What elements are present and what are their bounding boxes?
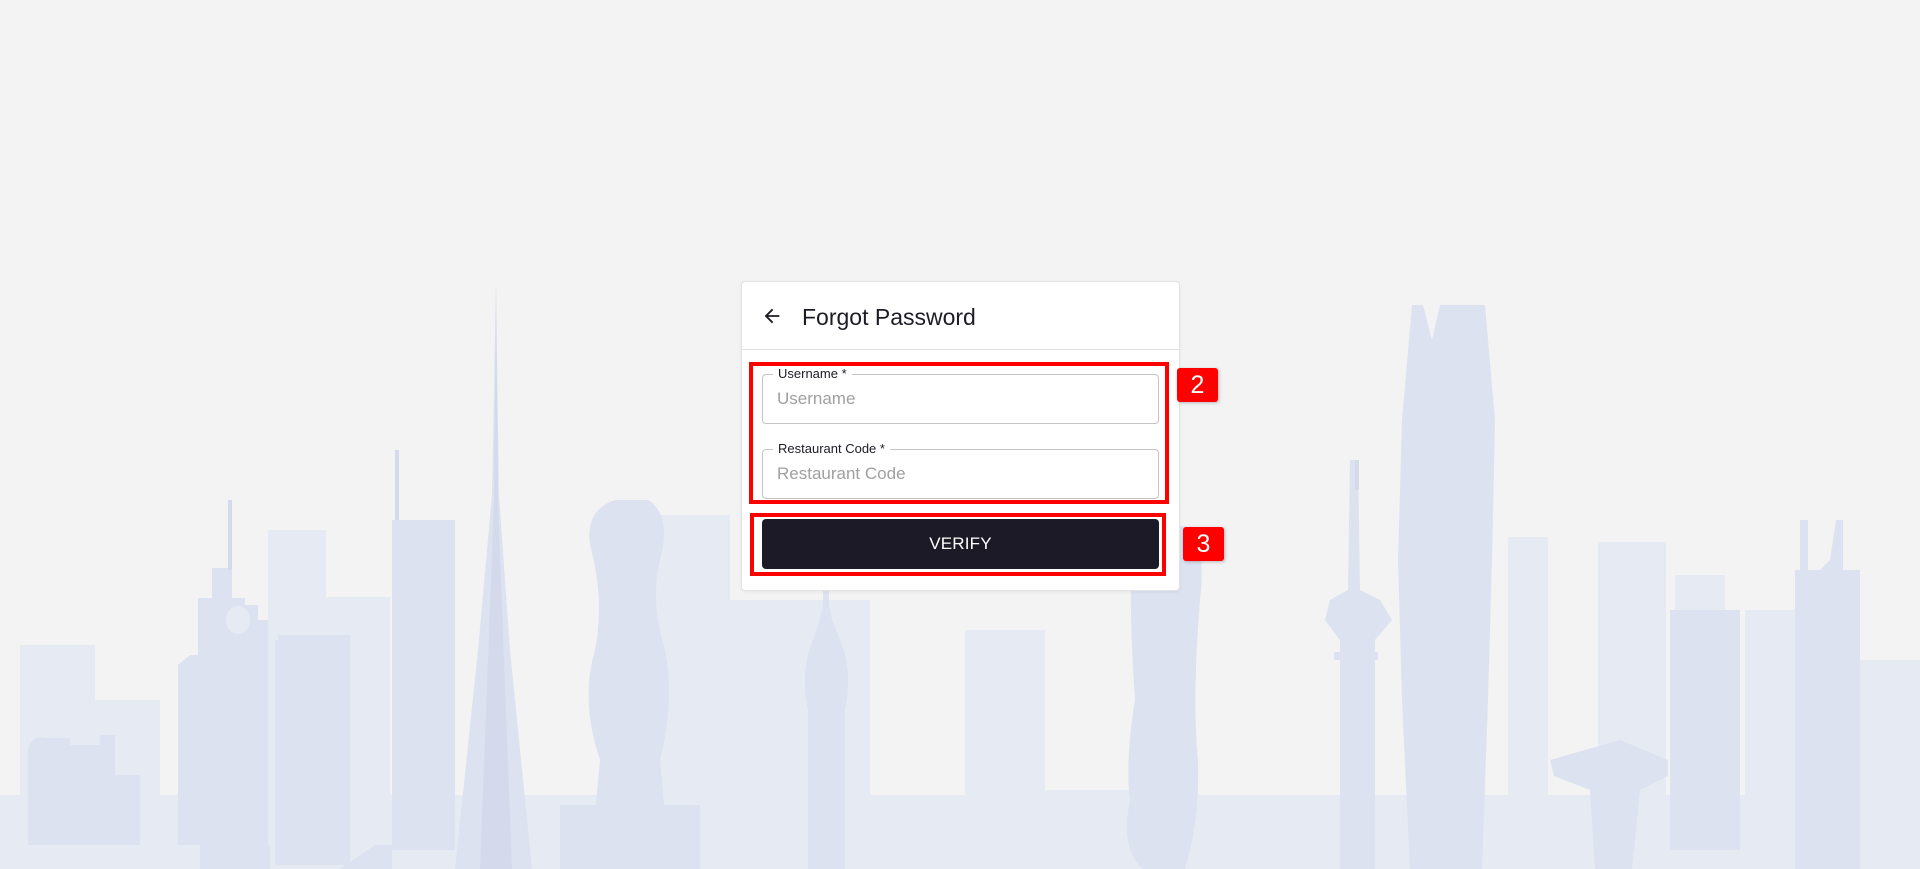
annotation-box-verify (750, 513, 1166, 576)
arrow-left-icon (761, 305, 783, 332)
annotation-label-2: 2 (1177, 368, 1218, 402)
annotation-label-3: 3 (1183, 527, 1224, 561)
back-button[interactable] (757, 303, 787, 333)
annotation-box-fields (749, 362, 1169, 504)
page-title: Forgot Password (802, 304, 976, 330)
card-header: Forgot Password (742, 282, 1179, 350)
